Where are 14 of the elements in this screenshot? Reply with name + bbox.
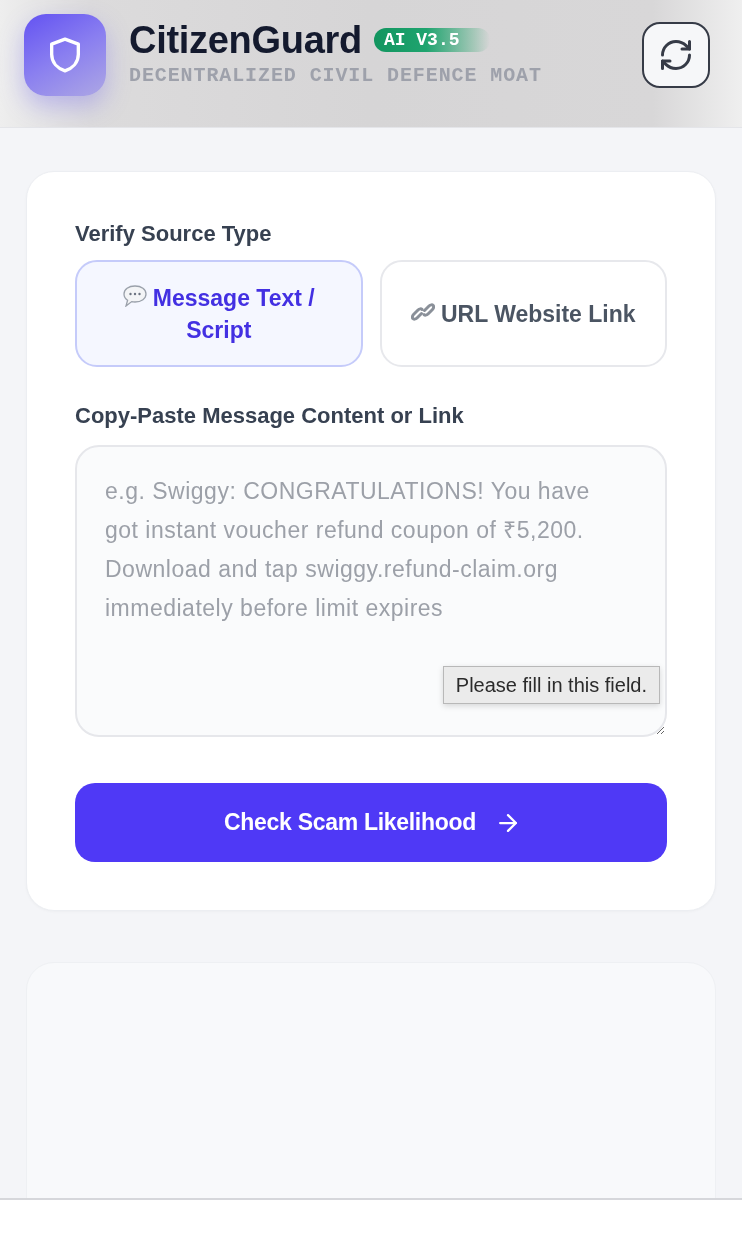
speech-bubble-icon	[122, 284, 147, 307]
app-title: CitizenGuard	[129, 18, 362, 62]
refresh-button[interactable]	[642, 22, 710, 88]
section-label: Verify Source Type	[75, 220, 273, 248]
version-badge: AI V3.5	[373, 28, 490, 52]
validation-tooltip: Please fill in this field.	[442, 666, 660, 704]
check-button[interactable]: Check Scam Likelihood	[75, 783, 667, 862]
refresh-icon	[661, 40, 691, 70]
shield-icon	[50, 37, 80, 73]
source-type-tab[interactable]: Message Text / Script	[75, 260, 363, 367]
chain-link-icon	[410, 300, 435, 323]
source-type-tab[interactable]: URL Website Link	[379, 260, 667, 367]
section-label: Copy-Paste Message Content or Link	[75, 402, 465, 430]
app-subtitle: DECENTRALIZED CIVIL DEFENCE MOAT	[129, 64, 543, 87]
